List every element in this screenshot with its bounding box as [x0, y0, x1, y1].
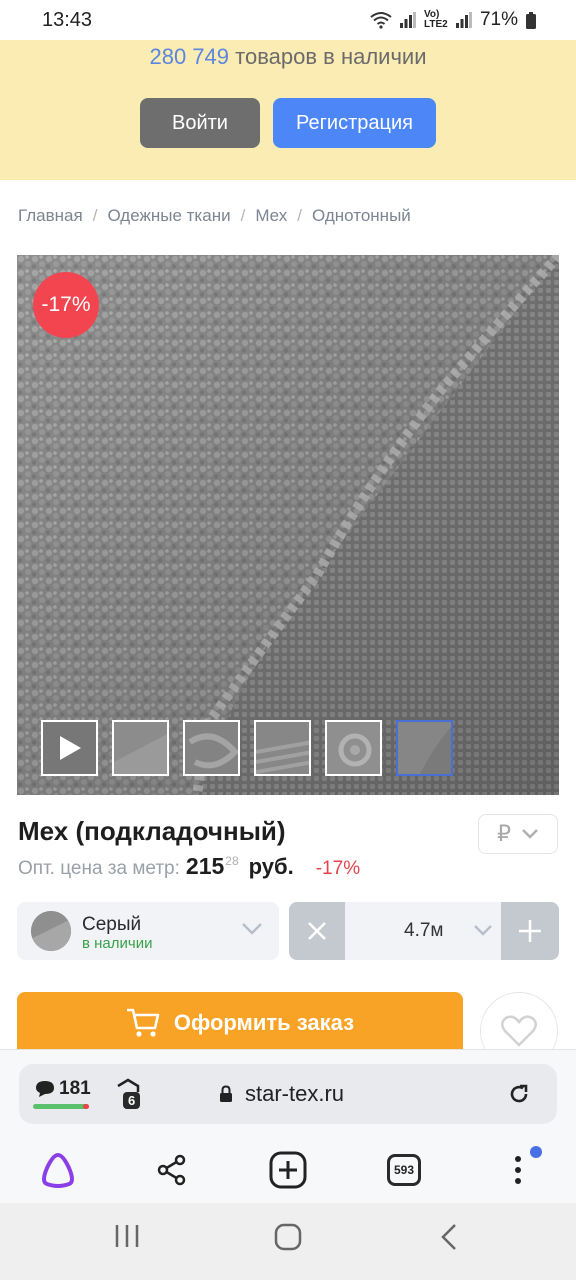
- close-icon: [308, 922, 326, 940]
- back-icon[interactable]: [440, 1223, 458, 1251]
- tabs-count: 593: [387, 1154, 421, 1186]
- comments-count: 181: [59, 1078, 91, 1099]
- promo-banner: 280 749 товаров в наличии Войти Регистра…: [0, 40, 576, 180]
- login-button[interactable]: Войти: [140, 98, 260, 148]
- thumbnail-active[interactable]: [396, 720, 453, 776]
- chevron-down-icon: [522, 829, 538, 839]
- breadcrumb-fur[interactable]: Мех: [255, 206, 287, 226]
- tabs-switcher[interactable]: 593: [380, 1146, 428, 1194]
- quantity-clear-button[interactable]: [289, 902, 345, 960]
- chevron-down-icon: [242, 923, 262, 935]
- new-tab-icon[interactable]: [264, 1146, 312, 1194]
- network-label: Vo) LTE2: [423, 9, 448, 30]
- quantity-stepper: 4.7м: [289, 902, 559, 960]
- status-bar: 13:43 Vo) LTE2 71%: [0, 0, 576, 40]
- cart-icon: [126, 1008, 160, 1037]
- product-image[interactable]: [17, 255, 559, 795]
- video-thumbnail[interactable]: [41, 720, 98, 776]
- color-select[interactable]: Серый в наличии: [17, 902, 279, 960]
- breadcrumb-separator: /: [92, 206, 98, 225]
- breadcrumb-home[interactable]: Главная: [18, 206, 83, 226]
- thumbnail[interactable]: [254, 720, 311, 776]
- stock-count-text: 280 749 товаров в наличии: [0, 44, 576, 70]
- comment-icon: [36, 1081, 54, 1097]
- stock-status: в наличии: [82, 935, 153, 952]
- browser-nav: 593: [0, 1146, 576, 1194]
- breadcrumb: Главная / Одежные ткани / Мех / Однотонн…: [18, 206, 411, 226]
- register-button[interactable]: Регистрация: [273, 98, 436, 148]
- status-icons: Vo) LTE2 71%: [370, 9, 536, 31]
- checkout-button[interactable]: Оформить заказ: [17, 992, 463, 1054]
- notification-dot: [530, 1146, 542, 1158]
- breadcrumb-separator: /: [240, 206, 246, 225]
- stock-count-label: товаров в наличии: [235, 44, 427, 69]
- share-icon[interactable]: [148, 1146, 196, 1194]
- thumbnail-strip: [41, 720, 453, 776]
- signal-icon: [399, 12, 416, 28]
- breadcrumb-clothing-fabrics[interactable]: Одежные ткани: [107, 206, 230, 226]
- chevron-down-icon[interactable]: [473, 924, 493, 937]
- currency-symbol: ₽: [497, 821, 511, 846]
- battery-icon: [526, 11, 536, 29]
- price-label: Опт. цена за метр:: [18, 858, 180, 879]
- system-navigation: [0, 1203, 576, 1280]
- menu-icon[interactable]: [494, 1146, 542, 1194]
- checkout-label: Оформить заказ: [173, 1010, 355, 1035]
- stock-count: 280 749: [149, 44, 230, 69]
- currency-select[interactable]: ₽: [478, 814, 558, 854]
- price-currency: руб.: [248, 854, 294, 879]
- tabs-badge: 6: [123, 1092, 141, 1109]
- wifi-icon: [370, 12, 392, 29]
- quantity-value[interactable]: 4.7м: [404, 920, 443, 942]
- recent-apps-icon[interactable]: [114, 1223, 140, 1249]
- thumbnail[interactable]: [112, 720, 169, 776]
- reload-icon[interactable]: [507, 1082, 531, 1106]
- thumbnail[interactable]: [325, 720, 382, 776]
- url-text: star-tex.ru: [245, 1081, 345, 1106]
- fabric-photo: [17, 255, 559, 795]
- breadcrumb-separator: /: [297, 206, 302, 225]
- address-bar[interactable]: 181 6 star-tex.ru: [19, 1064, 557, 1124]
- discount-badge: -17%: [33, 272, 99, 338]
- color-swatch: [31, 911, 71, 951]
- breadcrumb-plain[interactable]: Однотонный: [312, 206, 411, 226]
- home-icon[interactable]: [274, 1223, 302, 1251]
- url-display[interactable]: star-tex.ru: [219, 1081, 344, 1107]
- plus-icon: [519, 920, 541, 942]
- status-time: 13:43: [42, 8, 93, 31]
- lock-icon: [220, 1085, 232, 1102]
- comments-progress: [33, 1104, 89, 1109]
- product-title: Мех (подкладочный): [18, 816, 286, 846]
- price-kopecks: 28: [225, 854, 239, 868]
- quantity-increase-button[interactable]: [501, 902, 559, 960]
- signal-icon-2: [455, 12, 472, 28]
- alice-icon[interactable]: [34, 1146, 82, 1194]
- play-icon: [59, 736, 81, 760]
- battery-percent: 71%: [479, 9, 518, 30]
- browser-panel: 181 6 star-tex.ru 593: [0, 1049, 576, 1203]
- price-value: 215: [185, 853, 225, 879]
- heart-icon: [501, 1015, 537, 1047]
- thumbnail[interactable]: [183, 720, 240, 776]
- price-row: Опт. цена за метр: 215 28 руб. -17%: [18, 853, 360, 880]
- color-name: Серый: [82, 914, 142, 935]
- price-discount: -17%: [315, 858, 361, 879]
- comments-counter[interactable]: 181: [35, 1078, 91, 1100]
